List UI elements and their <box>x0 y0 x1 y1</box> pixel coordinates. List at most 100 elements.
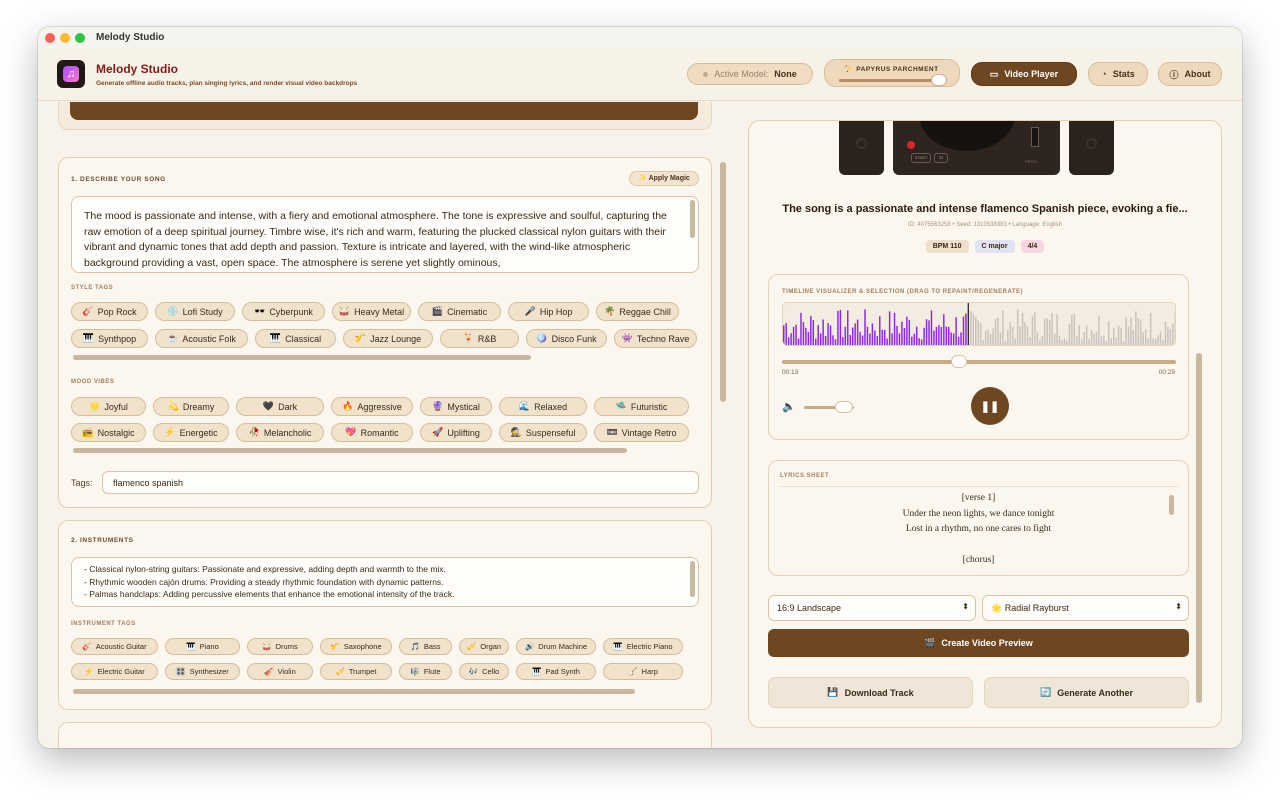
tag-chip[interactable]: 👾 Techno Rave <box>614 329 697 348</box>
tag-chip[interactable]: 🎷 Saxophone <box>320 638 392 655</box>
create-video-preview-button[interactable]: 🎬 Create Video Preview <box>768 629 1189 657</box>
speaker-icon[interactable]: 🔈 <box>782 400 796 413</box>
tag-chip[interactable]: 💿 Lofi Study <box>155 302 235 321</box>
tag-chip[interactable]: 🌴 Reggae Chill <box>596 302 679 321</box>
tag-label: Cello <box>482 667 500 676</box>
tag-chip[interactable]: 🔥 Aggressive <box>331 397 413 416</box>
tag-emoji-icon: 🎼 <box>410 667 420 676</box>
waveform-bar <box>866 326 869 345</box>
tag-emoji-icon: 💫 <box>167 401 179 411</box>
tag-chip[interactable]: 🪩 Disco Funk <box>526 329 607 348</box>
tag-chip[interactable]: 🖤 Dark <box>236 397 324 416</box>
tag-chip[interactable]: 🌊 Relaxed <box>499 397 587 416</box>
volume-slider-knob[interactable] <box>835 401 853 413</box>
tag-chip[interactable]: 🎸 Pop Rock <box>71 302 148 321</box>
tag-chip[interactable]: 🎤 Hip Hop <box>508 302 589 321</box>
video-player-button[interactable]: ▭ Video Player <box>971 62 1077 86</box>
waveform-bar <box>1132 330 1135 345</box>
generate-button-partial[interactable] <box>70 102 698 120</box>
waveform-bar <box>815 338 817 345</box>
seek-bar-track[interactable] <box>782 360 1176 364</box>
tag-chip[interactable]: 🔮 Mystical <box>420 397 492 416</box>
tag-chip[interactable]: 📻 Nostalgic <box>71 423 146 442</box>
tag-chip[interactable]: 🎶 Cello <box>459 663 509 680</box>
waveform-bar <box>1137 318 1140 345</box>
style-tags-scrollbar[interactable] <box>73 355 531 360</box>
waveform-visualizer[interactable] <box>782 302 1176 346</box>
minimize-window-button[interactable] <box>60 33 70 43</box>
tag-chip[interactable]: 🛸 Futuristic <box>594 397 689 416</box>
pause-button[interactable]: ❚❚ <box>971 387 1009 425</box>
apply-magic-button[interactable]: ✨ Apply Magic <box>629 171 699 186</box>
tag-chip[interactable]: 📼 Vintage Retro <box>594 423 689 442</box>
scroll-icon: 📜 <box>845 66 857 73</box>
zoom-window-button[interactable] <box>75 33 85 43</box>
tag-label: Uplifting <box>447 427 480 438</box>
waveform-bar <box>997 317 999 345</box>
tag-chip[interactable]: 💖 Romantic <box>331 423 413 442</box>
tag-emoji-icon: 🎺 <box>335 667 345 676</box>
tag-chip[interactable]: 🎸 Acoustic Guitar <box>71 638 158 655</box>
generate-another-button[interactable]: 🔄 Generate Another <box>984 677 1189 708</box>
tag-emoji-icon: 🎶 <box>468 667 479 676</box>
waveform-svg[interactable] <box>783 303 1176 346</box>
tag-chip[interactable]: 🎼 Flute <box>399 663 452 680</box>
tag-chip[interactable]: ⚡ Energetic <box>153 423 229 442</box>
left-column-scrollbar[interactable] <box>720 162 726 402</box>
tags-input[interactable]: flamenco spanish <box>102 471 699 494</box>
tag-chip[interactable]: 🪕 Harp <box>603 663 683 680</box>
tag-chip[interactable]: ⚡ Electric Guitar <box>71 663 158 680</box>
tag-chip[interactable]: 🎬 Cinematic <box>418 302 501 321</box>
waveform-bar <box>989 334 992 345</box>
theme-slider[interactable]: 📜 PAPYRUS PARCHMENT <box>824 59 960 87</box>
visual-style-select[interactable]: 🌟 Radial Rayburst ⬍ <box>982 595 1189 621</box>
instruments-textarea[interactable]: - Classical nylon-string guitars: Passio… <box>71 557 699 607</box>
seek-bar-knob[interactable] <box>951 355 968 368</box>
left-column[interactable]: 1. DESCRIBE YOUR SONG ✨ Apply Magic The … <box>38 102 738 748</box>
mood-scrollbar[interactable] <box>73 448 627 453</box>
tag-chip[interactable]: 🎹 Piano <box>165 638 240 655</box>
tag-chip[interactable]: 🎷 Jazz Lounge <box>343 329 433 348</box>
tag-chip[interactable]: 🔊 Drum Machine <box>516 638 596 655</box>
tag-chip[interactable]: 🎻 Violin <box>247 663 313 680</box>
tag-chip[interactable]: ☕ Acoustic Folk <box>155 329 248 348</box>
aspect-ratio-select[interactable]: 16:9 Landscape ⬍ <box>768 595 976 621</box>
tag-label: Romantic <box>360 427 399 438</box>
tag-label: Organ <box>480 642 502 651</box>
tag-chip[interactable]: 🌟 Joyful <box>71 397 146 416</box>
tag-chip[interactable]: 🎹 Electric Piano <box>603 638 683 655</box>
stats-button[interactable]: ◔ Stats <box>1088 62 1148 86</box>
waveform-bar <box>1048 319 1051 345</box>
tag-chip[interactable]: 🎹 Pad Synth <box>516 663 596 680</box>
description-scrollbar[interactable] <box>690 200 695 238</box>
tag-chip[interactable]: 🕶️ Cyberpunk <box>242 302 325 321</box>
about-button[interactable]: ⓘ About <box>1158 62 1222 86</box>
tag-chip[interactable]: 🎺 Trumpet <box>320 663 392 680</box>
download-track-button[interactable]: 💾 Download Track <box>768 677 973 708</box>
lyrics-sheet[interactable]: [verse 1] Under the neon lights, we danc… <box>769 491 1188 568</box>
tag-chip[interactable]: 🎺 Organ <box>459 638 509 655</box>
tag-chip[interactable]: 🎹 Synthpop <box>71 329 148 348</box>
description-text: The mood is passionate and intense, with… <box>84 210 667 269</box>
close-window-button[interactable] <box>45 33 55 43</box>
description-textarea[interactable]: The mood is passionate and intense, with… <box>71 196 699 273</box>
waveform-bar <box>898 333 901 345</box>
tag-chip[interactable]: 🥁 Heavy Metal <box>332 302 411 321</box>
tag-chip[interactable]: 💫 Dreamy <box>153 397 229 416</box>
tag-chip[interactable]: 🍹 R&B <box>440 329 519 348</box>
tag-chip[interactable]: 🎛️ Synthesizer <box>165 663 240 680</box>
tag-chip[interactable]: 🎵 Bass <box>399 638 452 655</box>
waveform-bar <box>810 316 812 345</box>
tag-chip[interactable]: 🥀 Melancholic <box>236 423 324 442</box>
tag-chip[interactable]: 🚀 Uplifting <box>420 423 492 442</box>
instrument-tags-scrollbar[interactable] <box>73 689 635 694</box>
waveform-bar <box>1110 338 1112 345</box>
tag-chip[interactable]: 🕵️ Suspenseful <box>499 423 587 442</box>
lyrics-scrollbar[interactable] <box>1169 495 1174 515</box>
tag-chip[interactable]: 🥁 Drums <box>247 638 313 655</box>
theme-slider-knob[interactable] <box>931 74 947 86</box>
waveform-bar <box>1135 311 1137 345</box>
tag-chip[interactable]: 🎹 Classical <box>255 329 336 348</box>
player-panel-scrollbar[interactable] <box>1196 353 1202 703</box>
instruments-scrollbar[interactable] <box>690 561 695 597</box>
